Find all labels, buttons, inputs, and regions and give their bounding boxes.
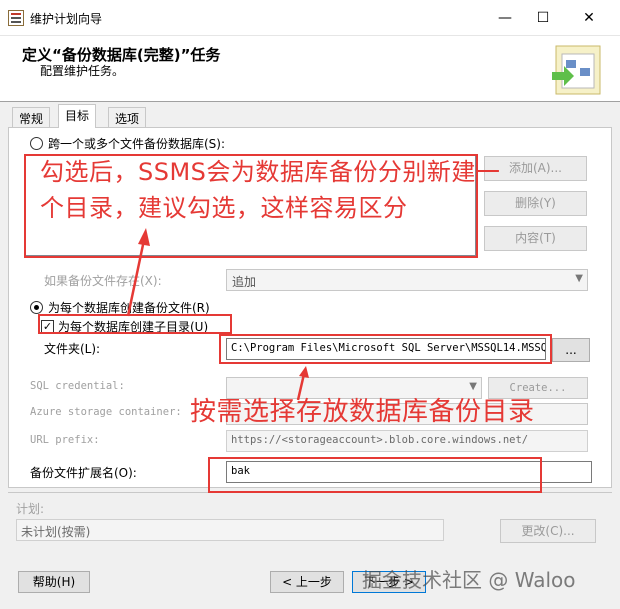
tab-options[interactable]: 选项 (108, 107, 147, 127)
help-button[interactable]: 帮助(H) (18, 571, 90, 593)
page-subtitle: 配置维护任务。 (40, 64, 125, 78)
if-exists-select[interactable]: 追加 ▼ (226, 269, 588, 291)
schedule-display: 未计划(按需) (16, 519, 444, 541)
annotation-text-folder: 按需选择存放数据库备份目录 (190, 397, 535, 427)
tab-general[interactable]: 常规 (12, 107, 51, 127)
annotation-highlight-folder (219, 334, 552, 364)
watermark: 掘金技术社区 @ Waloo (362, 568, 576, 592)
url-prefix-input[interactable]: https://<storageaccount>.blob.core.windo… (226, 430, 588, 452)
contents-button[interactable]: 内容(T) (484, 226, 587, 251)
if-exists-value: 追加 (232, 275, 257, 289)
chevron-down-icon: ▼ (469, 381, 477, 392)
annotation-line-2: 个目录，建议勾选，这样容易区分 (40, 194, 408, 222)
radio-per-database[interactable] (30, 301, 43, 314)
url-prefix-label: URL prefix: (30, 434, 100, 446)
annotation-highlight-extension (208, 457, 542, 493)
maximize-button[interactable]: ☐ (520, 0, 566, 36)
close-button[interactable]: ✕ (566, 0, 612, 36)
folder-label: 文件夹(L): (44, 342, 101, 356)
browse-folder-button[interactable]: ... (552, 338, 590, 362)
annotation-line-1: 勾选后，SSMS会为数据库备份分别新建一 (40, 158, 501, 186)
sql-credential-label: SQL credential: (30, 380, 125, 392)
change-schedule-button[interactable]: 更改(C)... (500, 519, 596, 543)
title-bar: 维护计划向导 — ☐ ✕ (0, 0, 620, 36)
annotation-arrow-up-icon (126, 228, 150, 317)
extension-label: 备份文件扩展名(O): (30, 466, 137, 480)
window-title: 维护计划向导 (30, 12, 103, 26)
annotation-text-subdirectory: 勾选后，SSMS会为数据库备份分别新建一 个目录，建议勾选，这样容易区分 (40, 154, 610, 226)
chevron-down-icon: ▼ (575, 273, 583, 284)
azure-container-label: Azure storage container: (30, 406, 182, 418)
tab-destination[interactable]: 目标 (58, 104, 97, 128)
radio-span-files-label: 跨一个或多个文件备份数据库(S): (48, 137, 226, 151)
radio-span-files[interactable] (30, 137, 43, 150)
wizard-header: 定义“备份数据库(完整)”任务 配置维护任务。 (0, 36, 620, 102)
schedule-label: 计划: (16, 502, 45, 516)
wizard-graphic-icon (552, 45, 601, 95)
back-button[interactable]: < 上一步 (270, 571, 344, 593)
app-icon (8, 10, 24, 26)
